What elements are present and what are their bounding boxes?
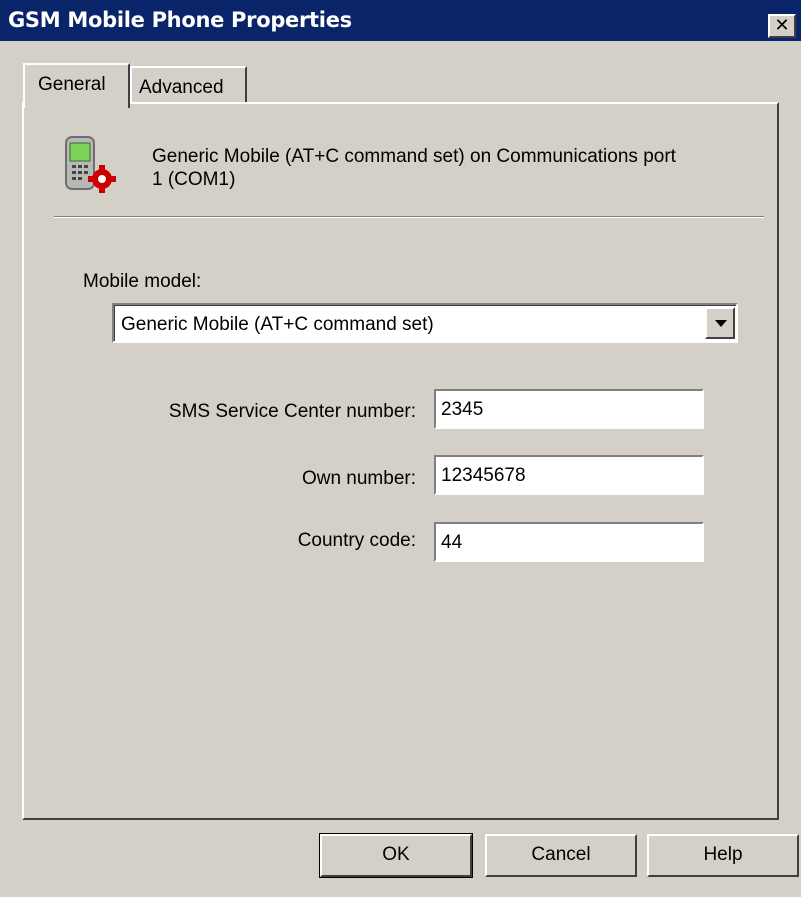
country-code-label: Country code:: [297, 530, 416, 551]
chevron-down-icon[interactable]: [705, 307, 735, 339]
close-button[interactable]: ✕: [768, 14, 796, 38]
device-name: Generic Mobile (AT+C command set) on Com…: [152, 146, 676, 190]
own-number-input[interactable]: [434, 455, 704, 495]
window-title: GSM Mobile Phone Properties: [8, 8, 352, 32]
cancel-button[interactable]: Cancel: [485, 834, 637, 877]
mobile-model-label: Mobile model:: [83, 271, 202, 292]
title-bar: GSM Mobile Phone Properties ✕: [0, 0, 801, 41]
own-number-label: Own number:: [301, 468, 416, 489]
tab-advanced-label: Advanced: [139, 77, 224, 98]
tab-general-label: General: [38, 74, 106, 95]
country-code-input[interactable]: [434, 522, 704, 562]
mobile-model-value: Generic Mobile (AT+C command set): [121, 314, 434, 335]
help-button[interactable]: Help: [647, 834, 799, 877]
ok-button[interactable]: OK: [319, 833, 473, 878]
sms-center-label: SMS Service Center number:: [168, 401, 416, 422]
separator: [54, 216, 764, 218]
sms-center-input[interactable]: [434, 389, 704, 429]
mobile-phone-gear-icon: [65, 136, 116, 193]
tab-general[interactable]: General: [23, 63, 130, 108]
close-icon: ✕: [774, 15, 790, 36]
tab-advanced[interactable]: Advanced: [130, 66, 247, 102]
dropdown-frame: Generic Mobile (AT+C command set): [114, 305, 736, 341]
mobile-model-dropdown[interactable]: Generic Mobile (AT+C command set): [112, 303, 738, 343]
